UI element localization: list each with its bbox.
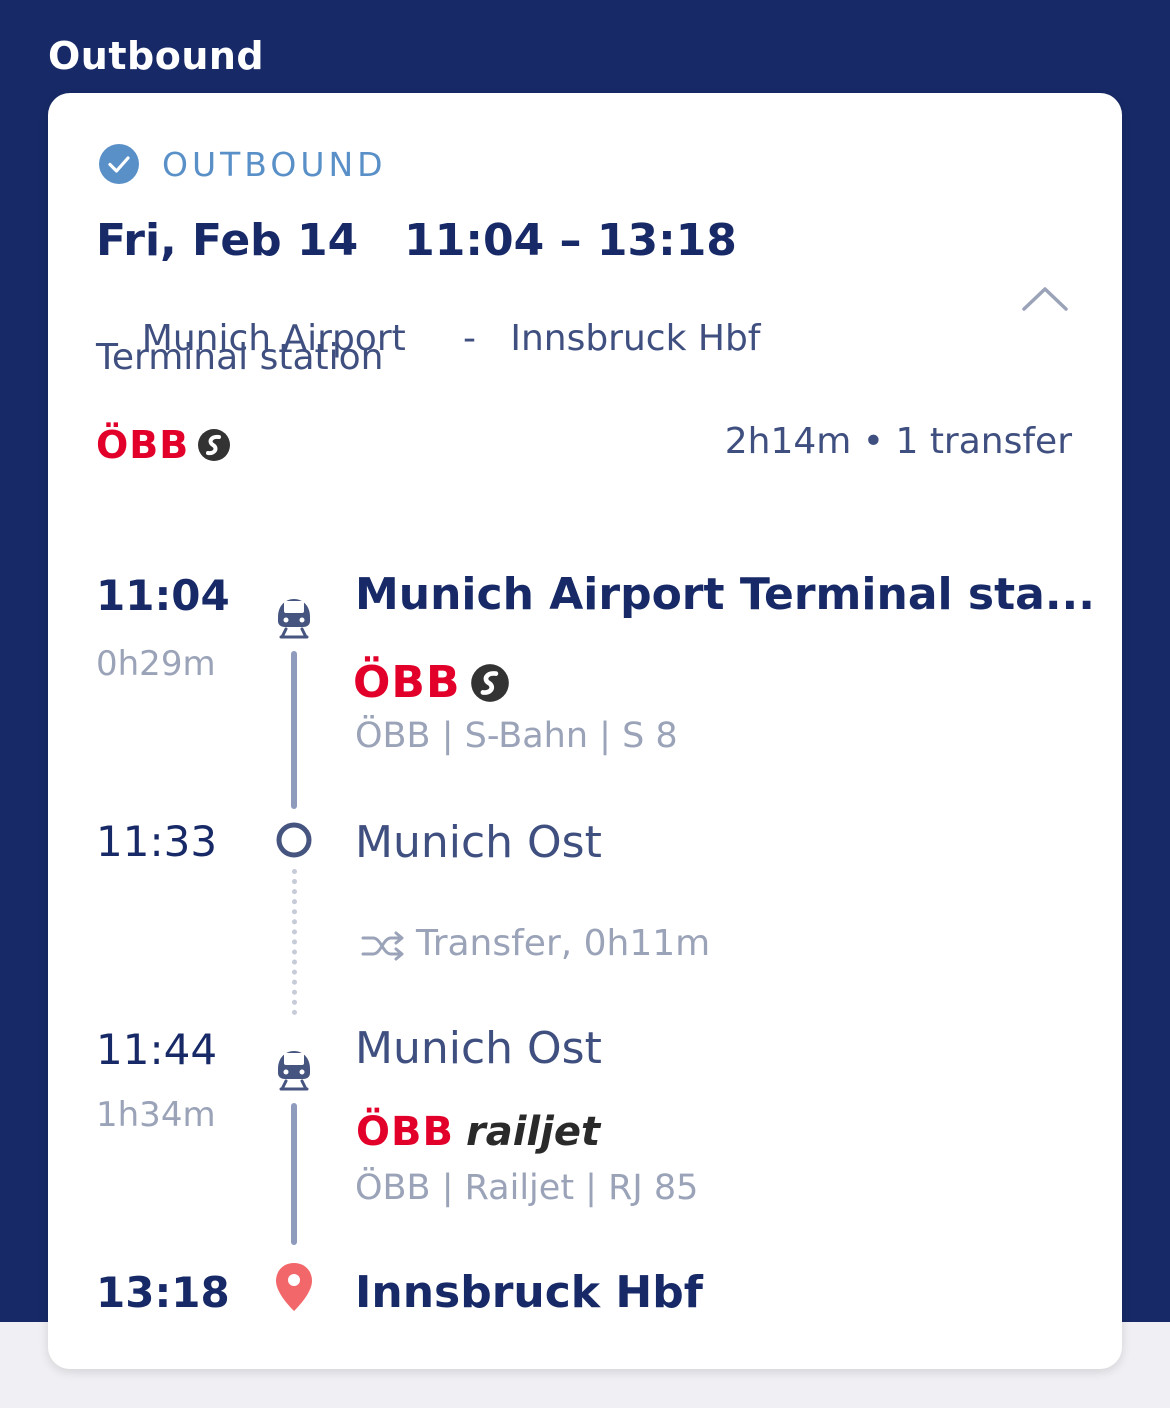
shuffle-icon xyxy=(361,931,404,961)
stop-time: 11:33 xyxy=(96,817,218,866)
departure-time: 11:04 xyxy=(96,571,230,620)
location-pin-icon xyxy=(276,1263,312,1311)
arrival-time: 13:18 xyxy=(96,1268,230,1317)
trip-card[interactable]: OUTBOUND Fri, Feb 14 11:04 – 13:18 Munic… xyxy=(48,93,1122,1369)
obb-sbahn-logo: ÖBB xyxy=(96,423,231,467)
segment-duration: 0h29m xyxy=(96,644,216,684)
circle-icon xyxy=(276,822,312,858)
sbahn-icon xyxy=(198,429,231,461)
route-from-line2: Terminal station xyxy=(96,337,384,378)
obb-railjet-logo: ÖBB railjet xyxy=(356,1109,600,1155)
train-icon xyxy=(278,1051,310,1091)
departure-time: 11:44 xyxy=(96,1025,218,1074)
obb-logo-text: ÖBB xyxy=(353,657,461,708)
segment-line xyxy=(291,1103,297,1245)
sbahn-icon xyxy=(471,663,510,702)
transfer-info: Transfer, 0h11m xyxy=(416,923,711,964)
stop-name: Innsbruck Hbf xyxy=(355,1267,703,1318)
stop-name: Munich Airport Terminal sta... xyxy=(355,569,1095,620)
trip-badge: OUTBOUND xyxy=(162,145,387,184)
obb-logo-text: ÖBB xyxy=(96,423,190,467)
trip-date-time: Fri, Feb 14 11:04 – 13:18 xyxy=(96,215,737,266)
check-circle-icon xyxy=(99,144,139,184)
carrier-info: ÖBB | Railjet | RJ 85 xyxy=(355,1168,699,1208)
segment-duration: 1h34m xyxy=(96,1095,216,1135)
obb-logo-text: ÖBB xyxy=(356,1109,454,1155)
route-to: Innsbruck Hbf xyxy=(510,318,761,359)
stop-name: Munich Ost xyxy=(355,817,602,868)
stop-name: Munich Ost xyxy=(355,1023,602,1074)
route-separator: - xyxy=(462,318,476,359)
trip-summary: 2h14m • 1 transfer xyxy=(724,421,1072,462)
carrier-info: ÖBB | S-Bahn | S 8 xyxy=(355,716,678,756)
obb-sbahn-logo: ÖBB xyxy=(353,657,510,708)
section-title: Outbound xyxy=(48,34,265,78)
train-icon xyxy=(278,599,310,639)
segment-line xyxy=(291,651,297,809)
railjet-logo-text: railjet xyxy=(465,1109,601,1155)
chevron-up-icon[interactable] xyxy=(1020,283,1070,313)
transfer-line xyxy=(292,869,297,1015)
